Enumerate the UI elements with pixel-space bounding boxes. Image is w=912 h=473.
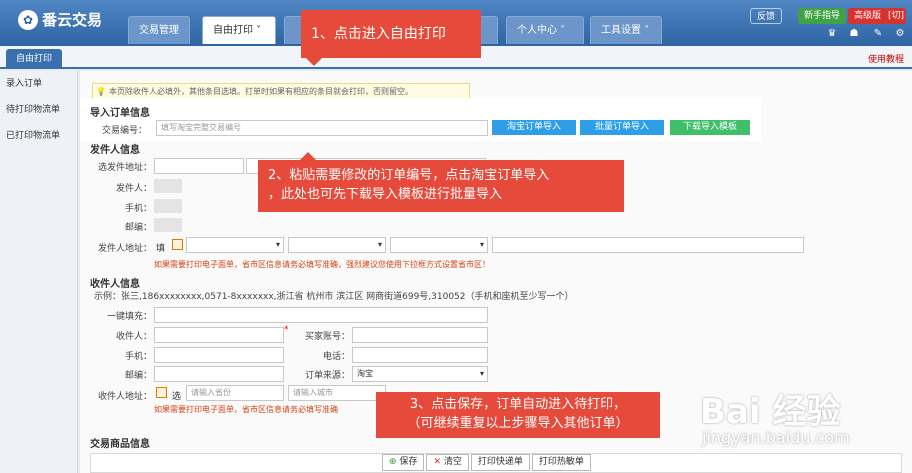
print-express-button[interactable]: 打印快递单: [470, 454, 530, 471]
import-panel: 导入订单信息 交易编号： 填写淘宝完整交易编号 淘宝订单导入 批量订单导入 下载…: [80, 98, 761, 141]
download-template-button[interactable]: 下载导入模板: [670, 120, 750, 135]
sidebar-item-printed[interactable]: 已打印物流单: [0, 123, 77, 149]
sender-zip-label: 邮编：: [124, 223, 152, 233]
sender-district-select[interactable]: [390, 237, 488, 253]
crown-icon[interactable]: ♛: [826, 28, 838, 40]
sender-zip-value[interactable]: [154, 218, 182, 232]
notice-bar: 💡 本页除收件人必填外，其他条目选填。打单时如果有相应的条目就会打印，否则留空。: [92, 83, 470, 99]
version-badge: 高级版: [848, 8, 888, 24]
action-bar: ⊕ 保存 ✕ 清空 打印快递单 打印热敏单: [382, 454, 591, 473]
receiver-city-input[interactable]: 请输入城市: [288, 385, 386, 401]
buyer-account-label: 买家账号：: [304, 332, 350, 342]
sender-city-select[interactable]: [288, 237, 386, 253]
callout-step2: 2、粘贴需要修改的订单编号，点击淘宝订单导入 ，此处也可先下载导入模板进行批量导…: [258, 160, 624, 212]
chevron-down-icon: ˅: [253, 25, 262, 36]
sender-address-select[interactable]: [154, 158, 244, 174]
baidu-watermark: Bai 经验: [700, 392, 841, 432]
import-title: 导入订单信息: [90, 108, 150, 119]
receiver-section-title: 收件人信息: [90, 279, 140, 290]
receiver-phone-label: 电话：: [322, 352, 350, 362]
tab-trade-management[interactable]: 交易管理: [128, 16, 190, 44]
edit-icon[interactable]: ✎: [872, 28, 884, 40]
sender-phone-value[interactable]: [154, 199, 182, 213]
receiver-address-label: 收件人地址：: [97, 392, 152, 402]
gear-icon[interactable]: ⚙: [894, 28, 906, 40]
receiver-name-label: 收件人：: [115, 332, 152, 342]
help-link[interactable]: 使用教程: [868, 52, 904, 65]
app-logo[interactable]: ✿ 番云交易: [18, 9, 102, 30]
print-thermal-button[interactable]: 打印热敏单: [531, 454, 591, 471]
goods-section-title: 交易商品信息: [90, 439, 150, 450]
receiver-mobile-input[interactable]: [154, 347, 284, 363]
receiver-zip-label: 邮编：: [124, 371, 152, 381]
quickfill-label: 一键填充：: [106, 312, 152, 322]
callout-step1: 1、点击进入自由打印: [301, 10, 481, 58]
order-source-select[interactable]: 淘宝: [352, 366, 488, 382]
sidebar-item-enter-order[interactable]: 录入订单: [0, 71, 77, 97]
logo-icon: ✿: [18, 9, 38, 30]
quickfill-input[interactable]: [154, 307, 488, 323]
trade-number-label: 交易编号：: [102, 126, 148, 136]
receiver-mobile-label: 手机：: [124, 352, 152, 362]
switch-button[interactable]: [切]: [886, 8, 907, 24]
receiver-example: 示例：张三,186xxxxxxxx,0571-8xxxxxxx,浙江省 杭州市 …: [94, 292, 574, 302]
sender-address-label: 发件人地址：: [97, 244, 152, 254]
trade-number-input[interactable]: 填写淘宝完整交易编号: [156, 120, 488, 136]
tab-personal-center[interactable]: 个人中心 ˅: [506, 16, 584, 44]
receiver-zip-input[interactable]: [154, 366, 284, 382]
save-icon: ⊕: [389, 457, 397, 467]
sender-addr-fill: 填: [156, 244, 166, 254]
order-source-label: 订单来源：: [304, 371, 350, 381]
address-book-icon[interactable]: [172, 239, 183, 250]
chevron-down-icon: ˅: [557, 25, 566, 36]
receiver-addr-fill: 选: [172, 392, 182, 402]
batch-import-button[interactable]: 批量订单导入: [580, 120, 664, 135]
select-sender-label: 选发件地址：: [97, 163, 152, 173]
sender-province-select[interactable]: [186, 237, 284, 253]
sender-street-input[interactable]: [492, 237, 804, 253]
sender-warning: 如果需要打印电子面单，省市区信息请务必填写准确，强烈建议您使用下拉框方式设置省市…: [154, 260, 490, 269]
user-icon[interactable]: ☗: [848, 28, 860, 40]
feedback-button[interactable]: 反馈: [750, 8, 783, 24]
chevron-down-icon: ˅: [641, 25, 650, 36]
receiver-warning: 如果需要打印电子面单，省市区信息请务必填写准确: [154, 405, 338, 414]
callout-step2-arrow: [300, 152, 316, 160]
save-button[interactable]: ⊕ 保存: [382, 454, 425, 471]
receiver-province-input[interactable]: 请输入省份: [186, 385, 284, 401]
sender-name-label: 发件人：: [115, 184, 152, 194]
callout-step3: 3、点击保存，订单自动进入待打印， （可继续重复以上步骤导入其他订单）: [376, 392, 660, 438]
clear-button[interactable]: ✕ 清空: [426, 454, 469, 471]
callout-step1-arrow: [306, 58, 322, 66]
baidu-watermark-url: jingyan.baidu.com: [702, 428, 850, 447]
address-book-icon[interactable]: [156, 387, 167, 398]
receiver-phone-input[interactable]: [352, 347, 488, 363]
lightbulb-icon: 💡: [96, 87, 106, 96]
sender-name-value[interactable]: [154, 179, 182, 193]
close-icon: ✕: [433, 457, 441, 467]
tab-free-print-active[interactable]: 自由打印: [6, 49, 63, 69]
guide-button[interactable]: 新手指导: [798, 8, 847, 24]
required-mark: *: [284, 325, 289, 335]
taobao-import-button[interactable]: 淘宝订单导入: [492, 120, 576, 135]
sender-phone-label: 手机：: [124, 204, 152, 214]
sidebar-item-pending-print[interactable]: 待打印物流单: [0, 97, 77, 123]
buyer-account-input[interactable]: [352, 327, 488, 343]
app-name: 番云交易: [42, 11, 103, 29]
sender-section-title: 发件人信息: [90, 145, 140, 156]
tab-tool-settings[interactable]: 工具设置 ˅: [590, 16, 662, 44]
sidebar: 录入订单 待打印物流单 已打印物流单: [0, 71, 78, 473]
tab-free-print[interactable]: 自由打印 ˅: [202, 16, 276, 44]
receiver-name-input[interactable]: [154, 327, 284, 343]
